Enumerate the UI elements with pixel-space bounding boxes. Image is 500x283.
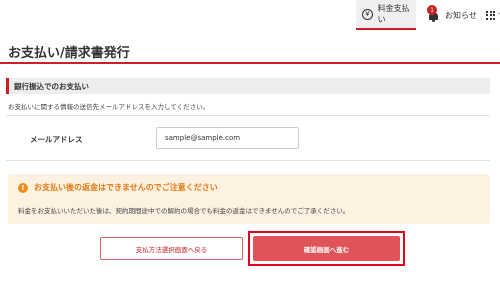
email-instruction: お支払いに関する情報の送信先メールアドレスを入力してください。	[8, 103, 210, 111]
notification-badge: 1	[427, 5, 437, 15]
tab-services[interactable]: サ	[484, 0, 500, 30]
back-to-payment-method-button[interactable]: 支払方法選択画面へ戻る	[100, 237, 243, 260]
section-title: 銀行振込でのお支払い	[14, 81, 89, 91]
tab-payment-label: 料金支払い	[377, 4, 410, 24]
page-title: お支払い/請求書発行	[8, 46, 130, 61]
tab-payment[interactable]: ¥ 料金支払い	[356, 0, 416, 30]
tab-notifications-label: お知らせ	[445, 10, 477, 20]
yen-circle-icon: ¥	[362, 8, 373, 20]
title-divider	[0, 62, 500, 64]
email-input[interactable]	[156, 127, 299, 149]
proceed-to-confirm-button[interactable]: 確認画面へ進む	[253, 236, 400, 261]
exclamation-icon: !	[18, 183, 28, 193]
section-header: 銀行振込でのお支払い	[6, 78, 490, 94]
form-row-divider-bottom	[6, 160, 490, 161]
form-row-divider-top	[6, 115, 490, 116]
notice-title: お支払い後の返金はできませんのでご注意ください	[34, 183, 218, 192]
notice-body: 料金をお支払いいただいた後は、契約期間途中での解約の場合でも料金の返金はできませ…	[18, 207, 350, 215]
grid-icon	[486, 10, 495, 20]
email-label: メールアドレス	[30, 135, 83, 144]
top-navigation: ¥ 料金支払い お知らせ 1 サ	[0, 0, 500, 34]
refund-notice: ! お支払い後の返金はできませんのでご注意ください 料金をお支払いいただいた後は…	[8, 174, 490, 224]
